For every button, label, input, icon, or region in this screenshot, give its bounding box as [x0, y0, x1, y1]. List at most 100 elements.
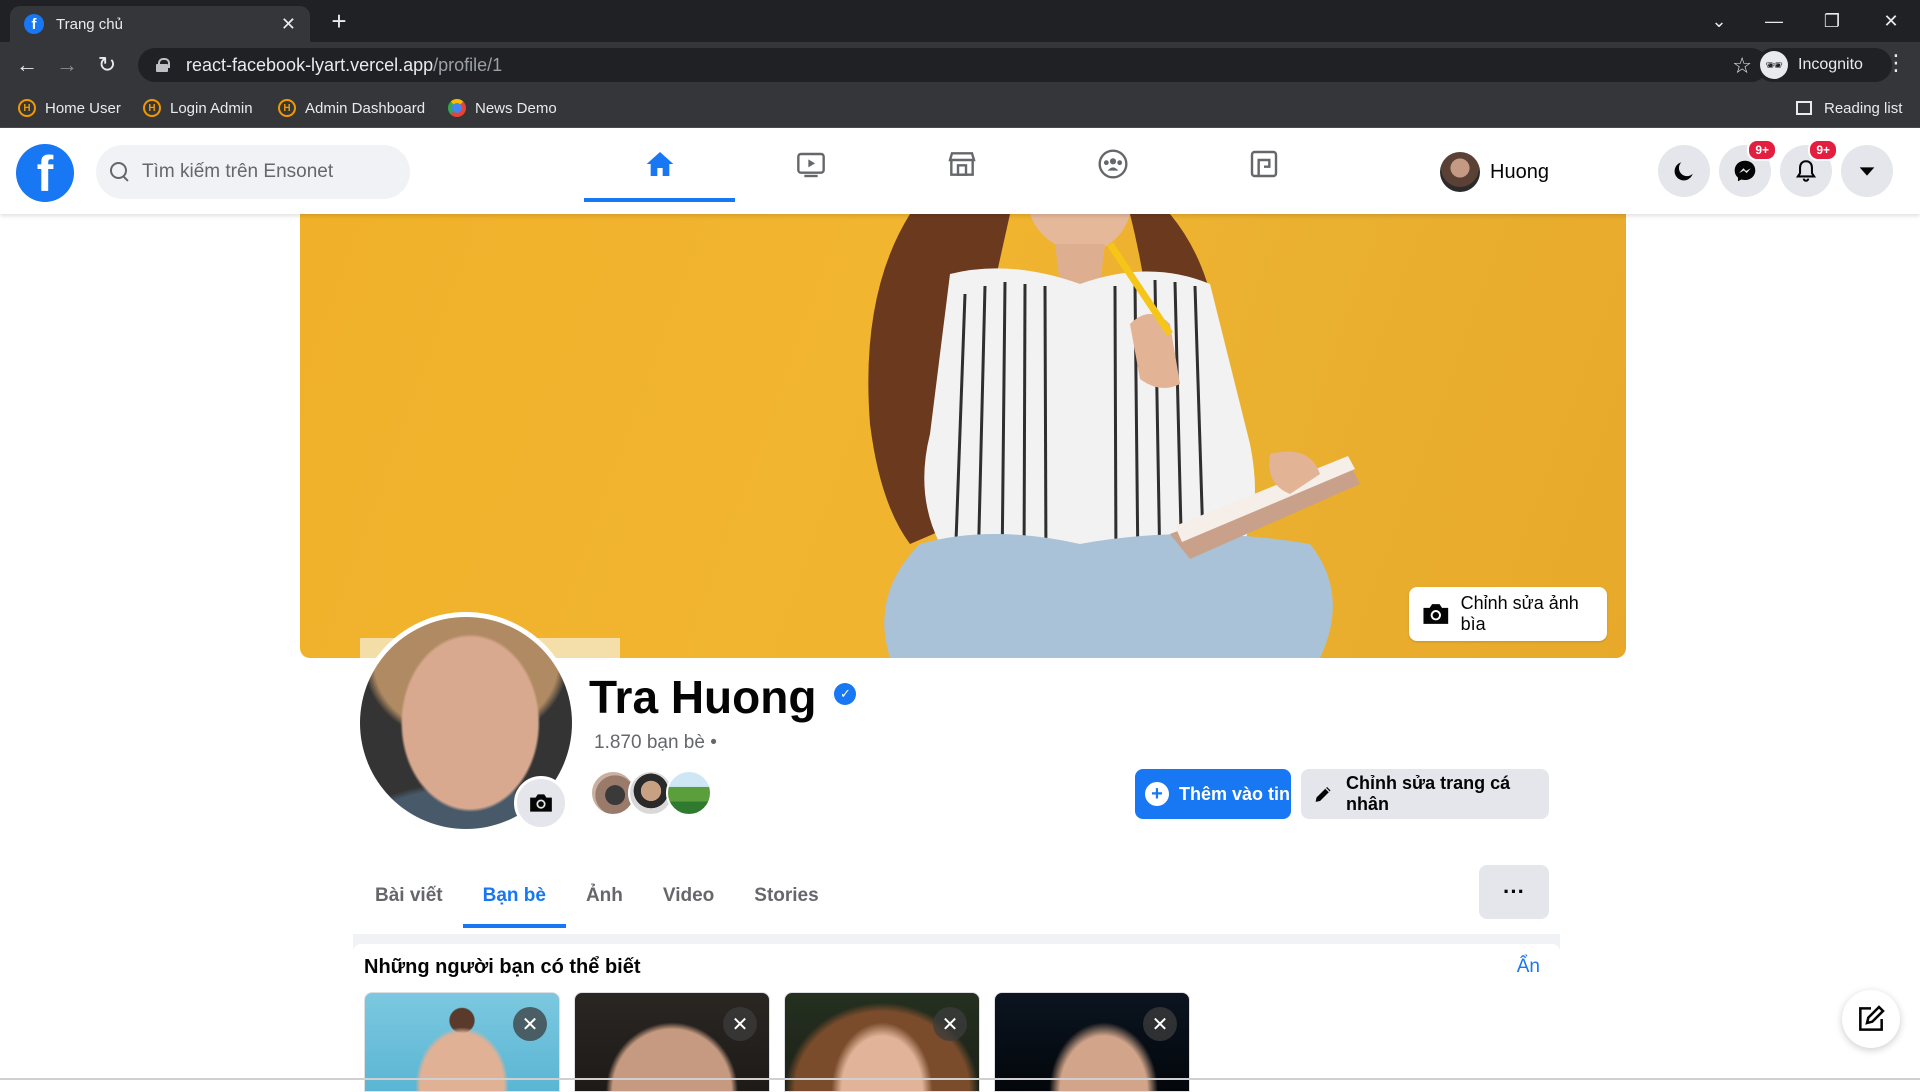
suggested-friend-card[interactable]: ✕	[364, 992, 560, 1092]
nav-tab-watch[interactable]	[735, 128, 886, 200]
incognito-icon: 🕶	[1760, 51, 1788, 79]
reading-list-button[interactable]: Reading list	[1796, 97, 1902, 119]
messenger-icon	[1734, 160, 1756, 182]
bookmark-h-icon: H	[143, 99, 161, 117]
edit-cover-button[interactable]: Chỉnh sửa ảnh bìa	[1409, 587, 1607, 641]
notifications-button[interactable]: 9+	[1780, 139, 1838, 197]
search-box[interactable]	[96, 145, 410, 199]
add-to-story-label: Thêm vào tin	[1179, 783, 1291, 804]
bookmark-login-admin[interactable]: H Login Admin	[143, 97, 253, 119]
messenger-badge: 9+	[1747, 139, 1777, 161]
facebook-favicon-icon: f	[24, 14, 44, 34]
more-options-button[interactable]: ···	[1479, 865, 1549, 919]
plus-icon: +	[1145, 782, 1169, 806]
bookmark-h-icon: H	[18, 99, 36, 117]
close-tab-icon[interactable]: ✕	[281, 14, 296, 35]
friend-count[interactable]: 1.870 bạn bè •	[594, 732, 717, 754]
reading-list-label: Reading list	[1824, 99, 1903, 117]
bell-icon	[1795, 160, 1817, 182]
profile-name-row: Tra Huong ✓	[589, 670, 857, 724]
notifications-badge: 9+	[1808, 139, 1838, 161]
change-avatar-button[interactable]	[514, 776, 568, 830]
incognito-label: Incognito	[1798, 56, 1863, 73]
verified-badge-icon: ✓	[834, 683, 857, 705]
gaming-icon	[1250, 150, 1277, 178]
search-icon	[110, 162, 130, 182]
back-button[interactable]: ←	[12, 50, 42, 80]
suggested-friend-card[interactable]: ✕	[574, 992, 770, 1092]
restore-button[interactable]: ❐	[1803, 0, 1861, 42]
reload-button[interactable]: ↻	[92, 50, 122, 80]
facebook-logo-icon[interactable]: f	[16, 144, 74, 202]
bookmarks-bar: H Home User H Login Admin H Admin Dashbo…	[0, 88, 1920, 128]
minimize-button[interactable]: —	[1745, 0, 1803, 42]
camera-icon	[530, 794, 552, 812]
tab-videos[interactable]: Video	[643, 864, 734, 928]
url-host: react-facebook-lyart.vercel.app	[186, 54, 434, 75]
user-name: Huong	[1490, 160, 1549, 183]
edit-profile-button[interactable]: Chỉnh sửa trang cá nhân	[1301, 769, 1549, 819]
chrome-icon	[448, 99, 466, 117]
bookmark-star-icon[interactable]: ☆	[1732, 53, 1752, 79]
incognito-indicator[interactable]: 🕶 Incognito	[1756, 48, 1892, 82]
url-field[interactable]: react-facebook-lyart.vercel.app/profile/…	[138, 48, 1768, 82]
tab-friends[interactable]: Bạn bè	[462, 864, 567, 928]
bookmark-news-demo[interactable]: News Demo	[448, 97, 557, 119]
bookmark-h-icon: H	[278, 99, 296, 117]
dismiss-button[interactable]: ✕	[723, 1007, 757, 1041]
dismiss-button[interactable]: ✕	[1143, 1007, 1177, 1041]
nav-tab-home[interactable]	[584, 128, 735, 202]
address-bar: ← → ↻ react-facebook-lyart.vercel.app/pr…	[0, 42, 1920, 88]
bookmark-admin-dashboard[interactable]: H Admin Dashboard	[278, 97, 425, 119]
dismiss-button[interactable]: ✕	[933, 1007, 967, 1041]
account-menu-button[interactable]	[1841, 145, 1893, 197]
pymk-title: Những người bạn có thể biết	[364, 956, 641, 978]
browser-menu-button[interactable]: ⋮	[1884, 50, 1908, 80]
nav-tab-marketplace[interactable]	[886, 128, 1037, 200]
cover-person-illustration	[868, 214, 1360, 658]
new-tab-button[interactable]: +	[324, 6, 354, 36]
friend-avatar[interactable]	[666, 770, 712, 816]
edit-cover-label: Chỉnh sửa ảnh bìa	[1460, 593, 1579, 634]
browser-tabbar: f Trang chủ ✕ + ⌄ — ❐ ✕	[0, 0, 1920, 42]
tab-title: Trang chủ	[56, 15, 123, 33]
pymk-hide-link[interactable]: Ẩn	[1517, 956, 1540, 978]
messenger-button[interactable]: 9+	[1719, 139, 1777, 197]
watch-icon	[796, 152, 825, 178]
profile-chip[interactable]: Huong	[1440, 150, 1549, 194]
tab-search-chevron-icon[interactable]: ⌄	[1690, 0, 1748, 42]
bookmark-label: News Demo	[475, 99, 557, 117]
dark-mode-button[interactable]	[1658, 145, 1710, 197]
home-icon	[646, 152, 673, 176]
close-window-button[interactable]: ✕	[1862, 0, 1920, 42]
url-path: /profile/1	[433, 54, 503, 75]
add-to-story-button[interactable]: + Thêm vào tin	[1135, 769, 1291, 819]
suggested-friend-card[interactable]: ✕	[994, 992, 1190, 1092]
bookmark-home-user[interactable]: H Home User	[18, 97, 121, 119]
marketplace-icon	[947, 152, 976, 176]
forward-button[interactable]: →	[52, 50, 82, 80]
nav-tab-groups[interactable]	[1037, 128, 1188, 200]
edit-profile-label: Chỉnh sửa trang cá nhân	[1346, 773, 1511, 814]
search-input[interactable]	[142, 161, 382, 183]
dismiss-button[interactable]: ✕	[513, 1007, 547, 1041]
camera-icon	[1423, 604, 1449, 624]
profile-name: Tra Huong	[589, 671, 817, 723]
caret-down-icon	[1859, 167, 1875, 176]
site-header: f Huong 9+ 9+	[0, 128, 1920, 214]
lock-icon[interactable]	[156, 58, 170, 72]
profile-tabs: Bài viết Bạn bè Ảnh Video Stories	[355, 864, 839, 928]
nav-tab-gaming[interactable]	[1188, 128, 1339, 200]
tab-posts[interactable]: Bài viết	[355, 864, 463, 928]
new-message-button[interactable]	[1842, 990, 1900, 1048]
bookmark-label: Home User	[45, 99, 121, 117]
avatar	[1440, 152, 1480, 192]
moon-icon	[1674, 162, 1693, 181]
reading-list-icon	[1796, 101, 1812, 115]
browser-tab[interactable]: f Trang chủ ✕	[10, 6, 310, 42]
tab-stories[interactable]: Stories	[734, 864, 838, 928]
tab-photos[interactable]: Ảnh	[566, 864, 643, 928]
groups-icon	[1097, 149, 1128, 179]
people-you-may-know: Những người bạn có thể biết Ẩn ✕ ✕ ✕ ✕	[353, 944, 1560, 1092]
suggested-friend-card[interactable]: ✕	[784, 992, 980, 1092]
